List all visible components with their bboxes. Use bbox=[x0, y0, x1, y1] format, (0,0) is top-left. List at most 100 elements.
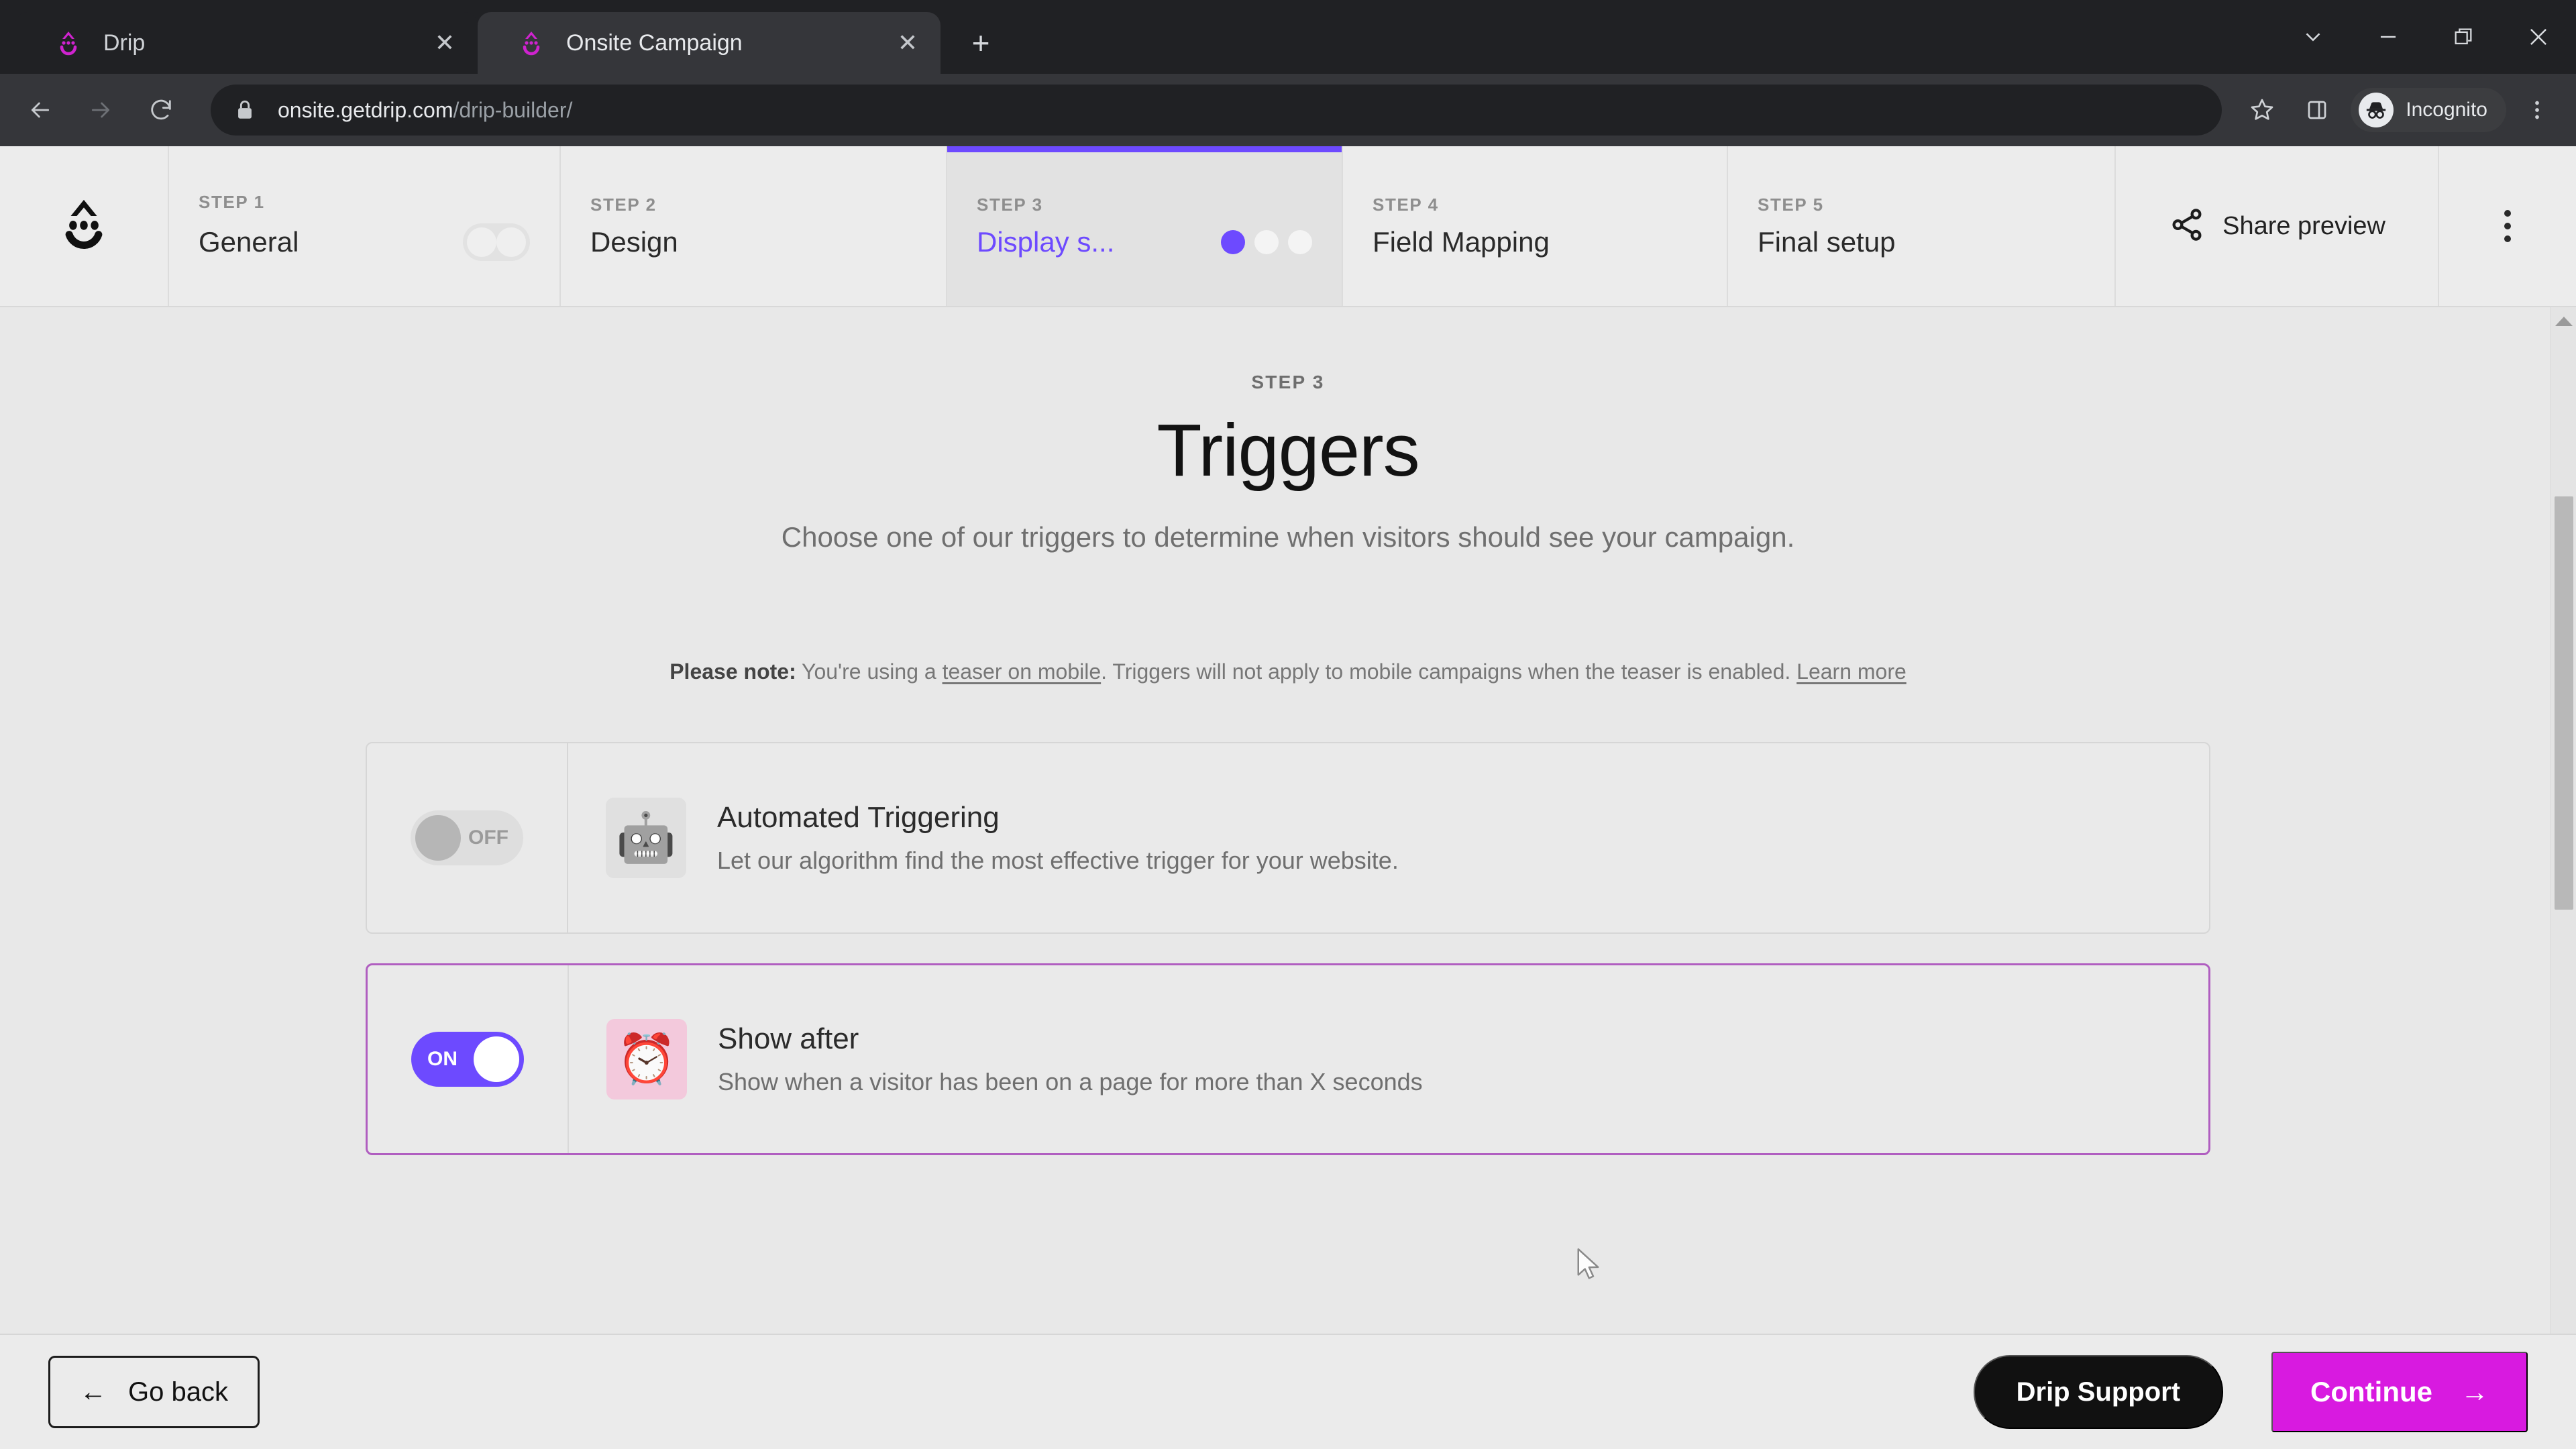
drip-logo[interactable] bbox=[0, 146, 169, 306]
show-after-toggle[interactable]: ON bbox=[411, 1031, 524, 1087]
close-icon[interactable]: ✕ bbox=[890, 25, 926, 61]
trigger-card-body: 🤖 Automated Triggering Let our algorithm… bbox=[568, 743, 2209, 932]
step-label: Design bbox=[590, 225, 678, 258]
teaser-on-mobile-link[interactable]: teaser on mobile bbox=[943, 659, 1102, 684]
drip-logo-icon bbox=[517, 28, 546, 58]
learn-more-link[interactable]: Learn more bbox=[1796, 659, 1907, 684]
trigger-card-automated-triggering[interactable]: OFF 🤖 Automated Triggering Let our algor… bbox=[366, 741, 2210, 934]
step-item-general[interactable]: STEP 1 General bbox=[169, 146, 561, 306]
share-preview-cell: Share preview bbox=[2116, 146, 2439, 306]
close-icon[interactable]: ✕ bbox=[427, 25, 463, 61]
page-lede: Choose one of our triggers to determine … bbox=[781, 521, 1795, 553]
close-icon[interactable] bbox=[2501, 0, 2576, 74]
tab-title: Drip bbox=[103, 30, 146, 56]
browser-tab-onsite-campaign[interactable]: Onsite Campaign ✕ bbox=[478, 12, 941, 74]
scroll-up-arrow-icon[interactable] bbox=[2555, 317, 2573, 326]
share-preview-label: Share preview bbox=[2222, 211, 2385, 240]
step-kicker: STEP 4 bbox=[1373, 194, 1439, 215]
tab-title: Onsite Campaign bbox=[566, 30, 743, 56]
step-item-field-mapping[interactable]: STEP 4 Field Mapping bbox=[1343, 146, 1728, 306]
go-back-button[interactable]: ← Go back bbox=[48, 1356, 260, 1428]
lock-icon bbox=[231, 96, 259, 124]
drip-support-label: Drip Support bbox=[2016, 1377, 2181, 1407]
drip-support-button[interactable]: Drip Support bbox=[1973, 1355, 2224, 1429]
continue-label: Continue bbox=[2310, 1376, 2432, 1407]
footer-actions: Drip Support Continue → bbox=[1973, 1352, 2528, 1432]
trigger-toggle-cell[interactable]: ON bbox=[368, 965, 569, 1153]
step-kicker: STEP 2 bbox=[590, 194, 657, 215]
url-domain: onsite.getdrip.com bbox=[278, 97, 453, 122]
toggle-knob bbox=[415, 814, 461, 861]
toggle-state-label: ON bbox=[427, 1047, 458, 1070]
builder-more-menu-button[interactable] bbox=[2439, 146, 2576, 306]
page-content: STEP 3 Triggers Choose one of our trigge… bbox=[0, 307, 2576, 1449]
new-tab-button[interactable]: + bbox=[957, 19, 1005, 67]
step-label: Field Mapping bbox=[1373, 225, 1550, 258]
incognito-icon bbox=[2359, 93, 2394, 127]
trigger-card-show-after[interactable]: ON ⏰ Show after Show when a visitor has … bbox=[366, 963, 2210, 1155]
continue-button[interactable]: Continue → bbox=[2271, 1352, 2528, 1432]
step-kicker: STEP 3 bbox=[977, 194, 1043, 215]
side-panel-icon[interactable] bbox=[2293, 86, 2341, 134]
step-progress-pips bbox=[1221, 229, 1312, 254]
share-preview-button[interactable]: Share preview bbox=[2169, 207, 2438, 246]
note-lead: Please note: bbox=[669, 659, 796, 684]
restore-icon[interactable] bbox=[2426, 0, 2501, 74]
browser-tab-drip[interactable]: Drip ✕ bbox=[15, 12, 478, 74]
teaser-note: Please note: You're using a teaser on mo… bbox=[0, 659, 2576, 684]
pip-2 bbox=[1254, 229, 1279, 254]
toggle-knob bbox=[474, 1036, 519, 1082]
pip-3 bbox=[1288, 229, 1312, 254]
note-text-1: You're using a bbox=[796, 659, 943, 684]
trigger-card-body: ⏰ Show after Show when a visitor has bee… bbox=[569, 965, 2208, 1153]
step-label: Display s... bbox=[977, 225, 1115, 258]
page-kicker: STEP 3 bbox=[1251, 372, 1325, 392]
drip-logo-icon bbox=[54, 28, 83, 58]
chrome-menu-icon[interactable] bbox=[2513, 86, 2561, 134]
minimize-icon[interactable] bbox=[2351, 0, 2426, 74]
robot-emoji-icon: 🤖 bbox=[606, 797, 686, 878]
builder-step-bar: STEP 1 General STEP 2 Design STEP 3 Disp… bbox=[0, 146, 2576, 307]
back-icon[interactable] bbox=[15, 85, 66, 136]
url-text: onsite.getdrip.com/drip-builder/ bbox=[278, 98, 572, 123]
go-back-label: Go back bbox=[128, 1377, 228, 1407]
page-header: STEP 3 Triggers Choose one of our trigge… bbox=[0, 372, 2576, 559]
automated-triggering-toggle[interactable]: OFF bbox=[411, 810, 523, 865]
builder-footer: ← Go back Drip Support Continue → bbox=[0, 1334, 2576, 1449]
bookmark-star-icon[interactable] bbox=[2238, 86, 2286, 134]
step-item-design[interactable]: STEP 2 Design bbox=[561, 146, 947, 306]
step-item-display-settings[interactable]: STEP 3 Display s... bbox=[947, 146, 1343, 306]
page-scrollbar[interactable] bbox=[2551, 307, 2576, 1449]
trigger-card-title: Show after bbox=[718, 1022, 859, 1055]
step-kicker: STEP 1 bbox=[199, 191, 265, 212]
arrow-left-icon: ← bbox=[80, 1377, 107, 1407]
trigger-toggle-cell[interactable]: OFF bbox=[367, 743, 568, 932]
step-label: General bbox=[199, 225, 299, 258]
arrow-right-icon: → bbox=[2461, 1376, 2489, 1407]
pip-1 bbox=[1221, 229, 1245, 254]
browser-toolbar: onsite.getdrip.com/drip-builder/ Incogni… bbox=[0, 74, 2576, 146]
kebab-menu-icon bbox=[2504, 210, 2511, 242]
address-bar[interactable]: onsite.getdrip.com/drip-builder/ bbox=[211, 85, 2222, 136]
trigger-card-text: Show after Show when a visitor has been … bbox=[718, 1022, 1423, 1096]
reload-icon[interactable] bbox=[136, 85, 186, 136]
step-item-final-setup[interactable]: STEP 5 Final setup bbox=[1728, 146, 2116, 306]
note-text-2: . Triggers will not apply to mobile camp… bbox=[1101, 659, 1797, 684]
toggle-state-label: OFF bbox=[468, 826, 508, 849]
mouse-cursor bbox=[1574, 1246, 1605, 1289]
scrollbar-thumb[interactable] bbox=[2555, 496, 2573, 910]
trigger-card-desc: Show when a visitor has been on a page f… bbox=[718, 1067, 1423, 1095]
share-nodes-icon bbox=[2169, 207, 2205, 246]
step-pill-indicator bbox=[463, 223, 530, 261]
step-label: Final setup bbox=[1758, 225, 1896, 258]
trigger-card-title: Automated Triggering bbox=[717, 800, 1000, 834]
step-kicker: STEP 5 bbox=[1758, 194, 1824, 215]
browser-window: Drip ✕ Onsite Campaign ✕ + onsite.getdri… bbox=[0, 0, 2576, 1449]
url-path: /drip-builder/ bbox=[453, 97, 573, 122]
profile-incognito-button[interactable]: Incognito bbox=[2351, 88, 2506, 132]
trigger-card-desc: Let our algorithm find the most effectiv… bbox=[717, 846, 1399, 874]
tab-search-chevron-icon[interactable] bbox=[2275, 0, 2351, 74]
forward-icon[interactable] bbox=[75, 85, 126, 136]
page-viewport: STEP 1 General STEP 2 Design STEP 3 Disp… bbox=[0, 146, 2576, 1449]
trigger-card-text: Automated Triggering Let our algorithm f… bbox=[717, 801, 1399, 875]
